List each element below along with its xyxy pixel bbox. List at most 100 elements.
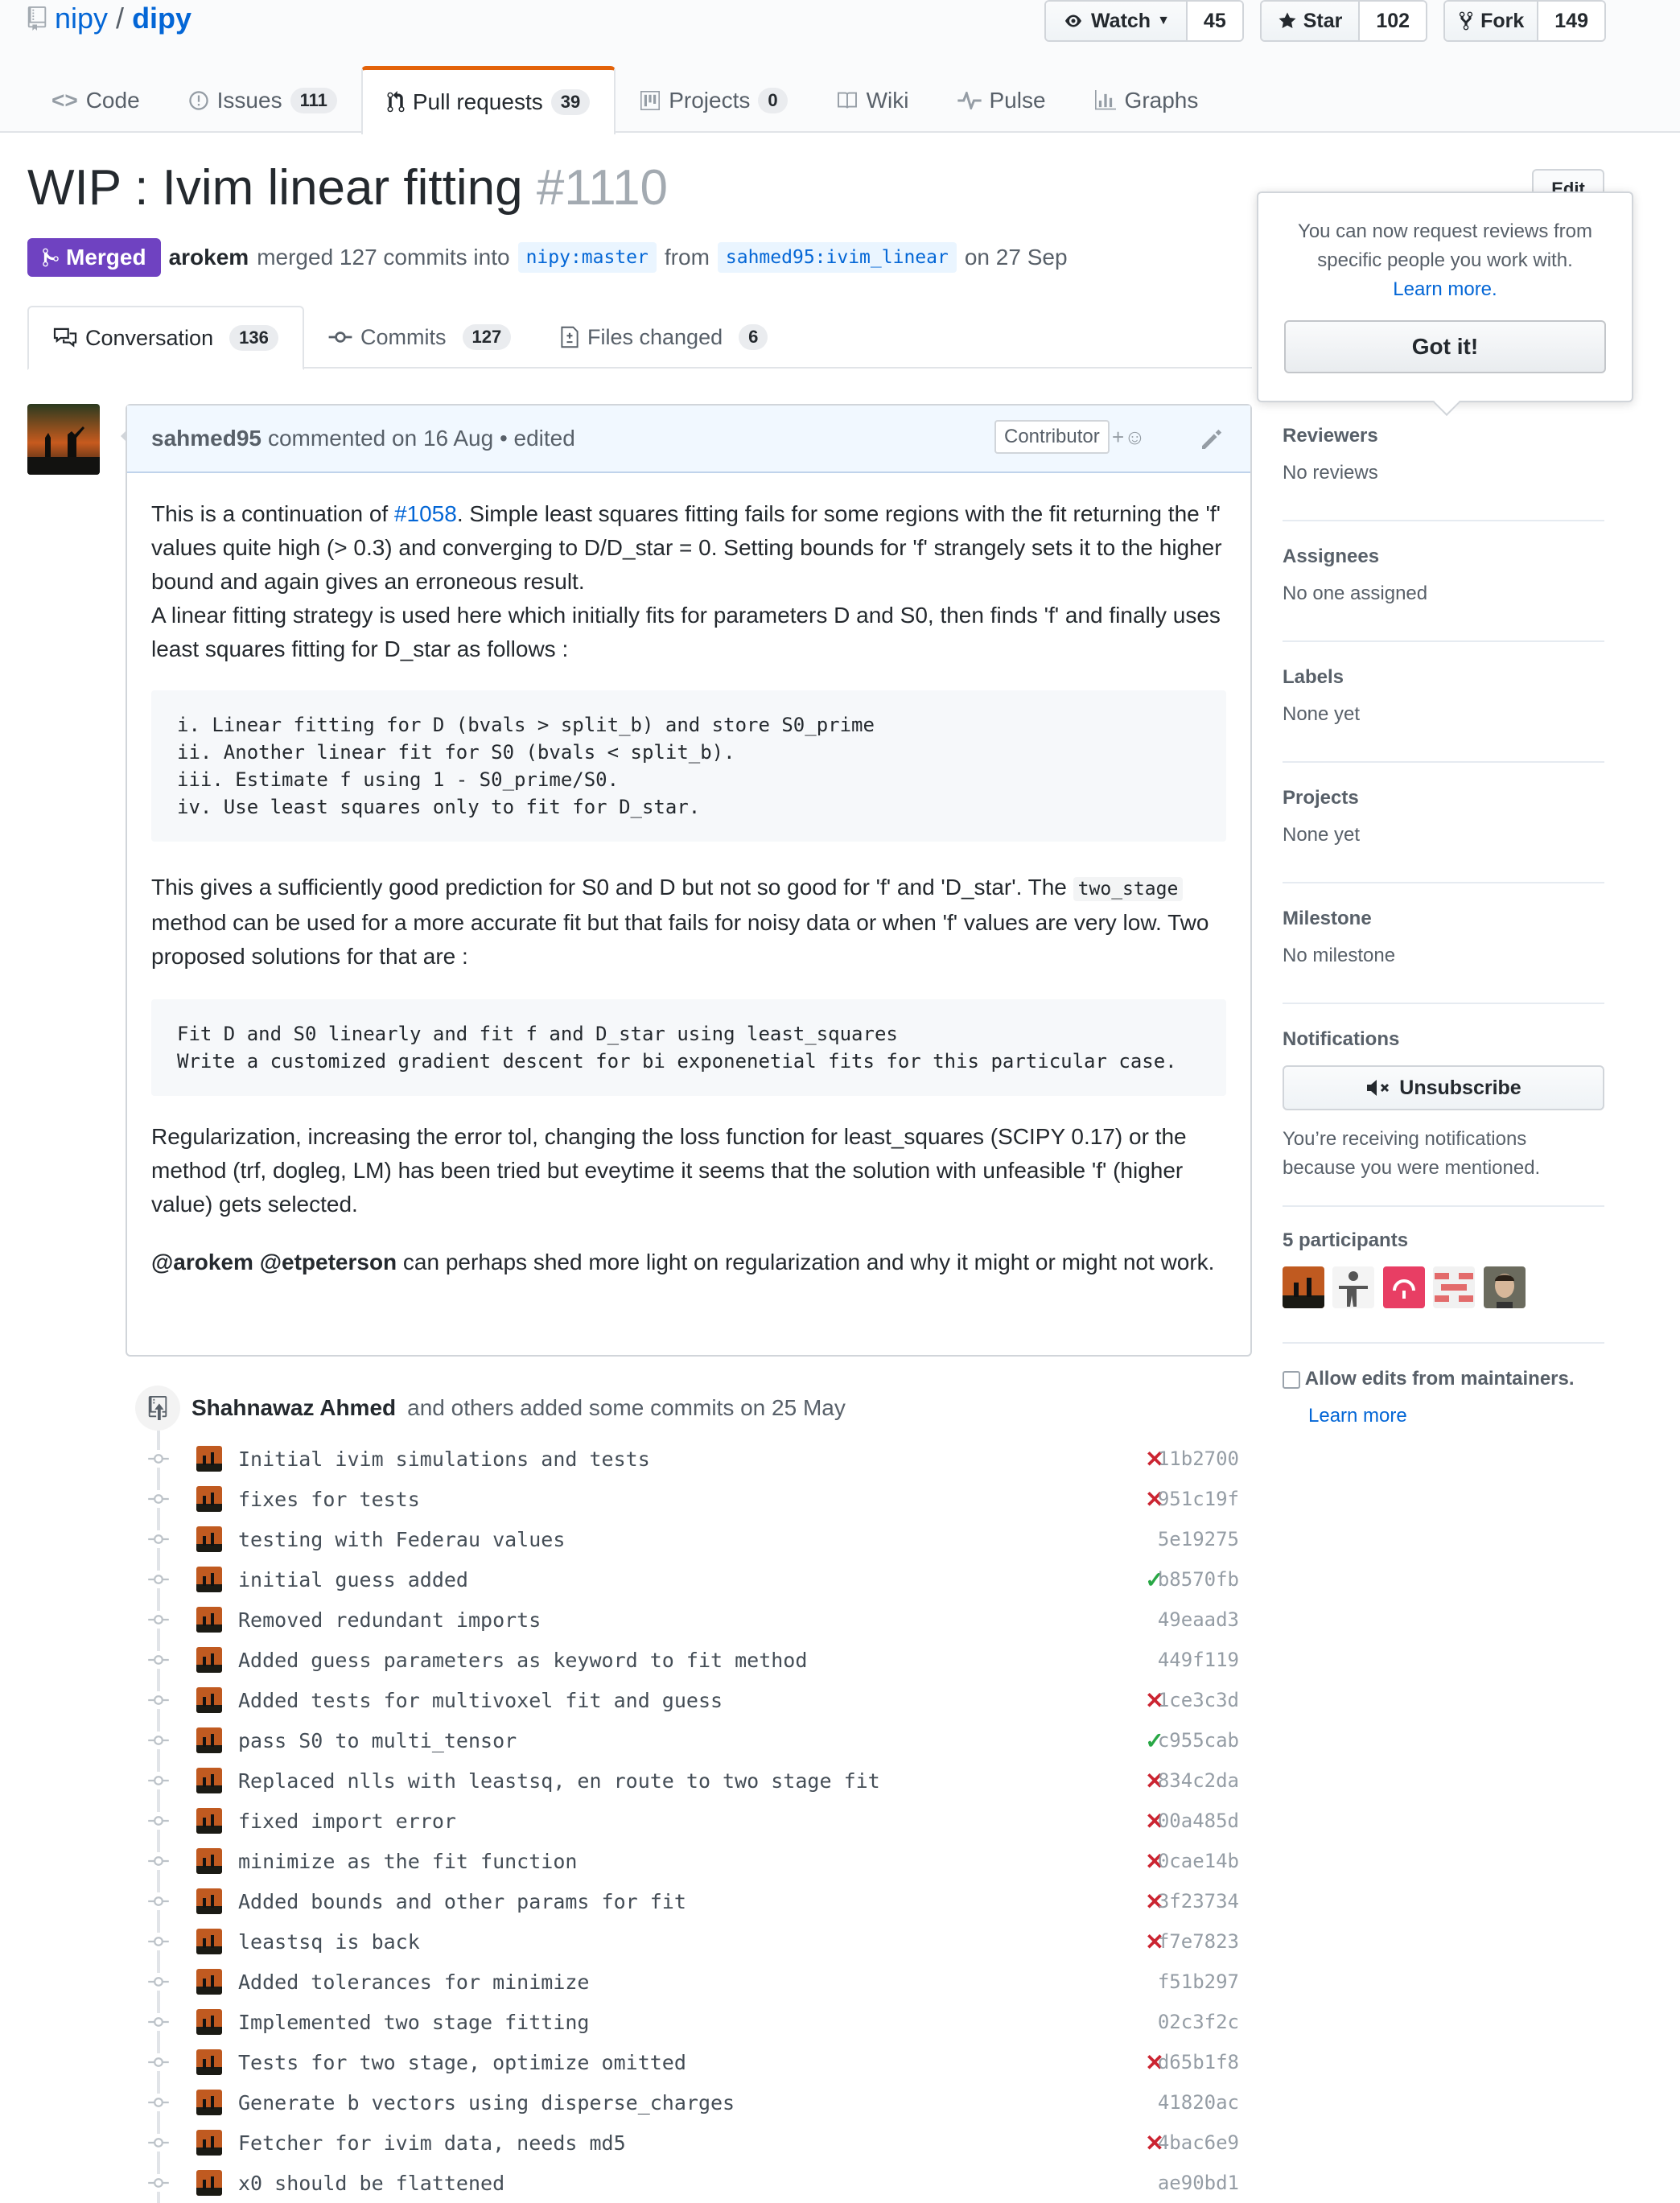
tab-files-changed[interactable]: Files changed 6	[560, 306, 768, 369]
commit-message-link[interactable]: x0 should be flattened	[238, 2172, 504, 2195]
commit-sha-link[interactable]: f7e7823	[1158, 1930, 1239, 1953]
commit-message-link[interactable]: Added bounds and other params for fit	[238, 1890, 686, 1913]
participant-avatar[interactable]	[1382, 1266, 1425, 1308]
allow-edits-learn-more-link[interactable]: Learn more	[1308, 1405, 1407, 1427]
commit-author-avatar[interactable]	[196, 1607, 222, 1633]
commit-sha-link[interactable]: 00a485d	[1158, 1810, 1239, 1832]
commit-sha-link[interactable]: 41820ac	[1158, 2091, 1239, 2114]
commit-message-link[interactable]: Added guess parameters as keyword to fit…	[238, 1649, 807, 1672]
tab-projects[interactable]: Projects 0	[616, 66, 811, 134]
got-it-button[interactable]: Got it!	[1284, 320, 1606, 373]
comment-timestamp[interactable]: commented on 16 Aug	[268, 426, 493, 451]
timeline-author-link[interactable]: Shahnawaz Ahmed	[191, 1395, 396, 1421]
commit-author-avatar[interactable]	[196, 1929, 222, 1954]
commit-message-link[interactable]: Removed redundant imports	[238, 1608, 541, 1632]
commit-author-avatar[interactable]	[196, 1768, 222, 1793]
commit-author-avatar[interactable]	[196, 2009, 222, 2035]
commit-sha-link[interactable]: 3f23734	[1158, 1890, 1239, 1913]
commit-message-link[interactable]: leastsq is back	[238, 1930, 420, 1954]
reviewers-title[interactable]: Reviewers	[1283, 425, 1604, 447]
tab-conversation[interactable]: Conversation 136	[27, 306, 304, 370]
head-branch[interactable]: sahmed95:ivim_linear	[717, 242, 957, 273]
commit-sha-link[interactable]: 1ce3c3d	[1158, 1689, 1239, 1711]
commit-message-link[interactable]: Generate b vectors using disperse_charge…	[238, 2091, 735, 2114]
commit-message-link[interactable]: Added tolerances for minimize	[238, 1970, 590, 1994]
tab-pulse[interactable]: Pulse	[933, 66, 1070, 134]
commit-message-link[interactable]: Initial ivim simulations and tests	[238, 1447, 650, 1471]
tab-commits[interactable]: Commits 127	[328, 306, 512, 369]
comment-author-link[interactable]: sahmed95	[151, 426, 261, 451]
commit-sha-link[interactable]: f51b297	[1158, 1970, 1239, 1993]
commit-author-avatar[interactable]	[196, 1969, 222, 1995]
commit-author-avatar[interactable]	[196, 1526, 222, 1552]
tab-issues[interactable]: Issues 111	[164, 66, 361, 134]
commit-author-avatar[interactable]	[196, 2090, 222, 2115]
watch-button[interactable]: Watch ▼	[1046, 2, 1188, 40]
comment-edited-indicator[interactable]: • edited	[500, 426, 575, 451]
commit-sha-link[interactable]: 951c19f	[1158, 1488, 1239, 1510]
commit-author-avatar[interactable]	[196, 1567, 222, 1592]
commit-author-avatar[interactable]	[196, 1647, 222, 1673]
commit-message-link[interactable]: testing with Federau values	[238, 1528, 565, 1551]
star-count[interactable]: 102	[1360, 2, 1427, 40]
commit-author-avatar[interactable]	[196, 1687, 222, 1713]
milestone-title[interactable]: Milestone	[1283, 908, 1604, 930]
commit-author-avatar[interactable]	[196, 1727, 222, 1753]
tab-code[interactable]: <> Code	[27, 66, 164, 134]
commit-author-avatar[interactable]	[196, 2170, 222, 2196]
commit-message-link[interactable]: Replaced nlls with leastsq, en route to …	[238, 1769, 880, 1793]
assignees-title[interactable]: Assignees	[1283, 546, 1604, 568]
popover-learn-more-link[interactable]: Learn more.	[1393, 278, 1497, 300]
commit-message-link[interactable]: fixed import error	[238, 1810, 456, 1833]
tab-wiki[interactable]: Wiki	[812, 66, 933, 134]
commit-sha-link[interactable]: d65b1f8	[1158, 2051, 1239, 2073]
mention-arokem[interactable]: @arokem	[151, 1250, 253, 1274]
tab-pull-requests[interactable]: Pull requests 39	[360, 66, 616, 134]
commit-message-link[interactable]: Fetcher for ivim data, needs md5	[238, 2131, 626, 2155]
tab-graphs[interactable]: Graphs	[1070, 66, 1223, 134]
commit-sha-link[interactable]: 0cae14b	[1158, 1850, 1239, 1872]
commit-author-avatar[interactable]	[196, 2049, 222, 2075]
repo-name-link[interactable]: dipy	[132, 2, 191, 35]
commit-message-link[interactable]: pass S0 to multi_tensor	[238, 1729, 517, 1752]
commit-sha-link[interactable]: b8570fb	[1158, 1568, 1239, 1591]
pr-merger-link[interactable]: arokem	[169, 245, 249, 270]
commit-author-avatar[interactable]	[196, 1848, 222, 1874]
repo-owner-link[interactable]: nipy	[55, 2, 108, 35]
author-avatar[interactable]	[27, 404, 100, 475]
commit-sha-link[interactable]: 449f119	[1158, 1649, 1239, 1671]
commit-message-link[interactable]: fixes for tests	[238, 1488, 420, 1511]
commit-message-link[interactable]: minimize as the fit function	[238, 1850, 577, 1873]
participant-avatar[interactable]	[1283, 1266, 1324, 1308]
commit-message-link[interactable]: Implemented two stage fitting	[238, 2011, 590, 2034]
commit-sha-link[interactable]: 4bac6e9	[1158, 2131, 1239, 2154]
commit-sha-link[interactable]: 5e19275	[1158, 1528, 1239, 1550]
commit-message-link[interactable]: initial guess added	[238, 1568, 468, 1592]
commit-sha-link[interactable]: 02c3f2c	[1158, 2011, 1239, 2033]
participant-avatar[interactable]	[1483, 1266, 1526, 1308]
commit-author-avatar[interactable]	[196, 2130, 222, 2156]
commit-author-avatar[interactable]	[196, 1808, 222, 1834]
commit-message-link[interactable]: Tests for two stage, optimize omitted	[238, 2051, 686, 2074]
commit-sha-link[interactable]: 49eaad3	[1158, 1608, 1239, 1631]
commit-author-avatar[interactable]	[196, 1486, 222, 1512]
commit-message-link[interactable]: Added tests for multivoxel fit and guess	[238, 1689, 723, 1712]
projects-title[interactable]: Projects	[1283, 787, 1604, 809]
commit-sha-link[interactable]: 834c2da	[1158, 1769, 1239, 1792]
commit-sha-link[interactable]: c955cab	[1158, 1729, 1239, 1752]
mention-etpeterson[interactable]: @etpeterson	[260, 1250, 397, 1274]
star-button[interactable]: Star	[1261, 2, 1361, 40]
participant-avatar[interactable]	[1332, 1266, 1375, 1308]
issue-link-1058[interactable]: #1058	[394, 501, 457, 526]
labels-title[interactable]: Labels	[1283, 666, 1604, 689]
fork-button[interactable]: Fork	[1445, 2, 1539, 40]
participant-avatar[interactable]	[1433, 1266, 1476, 1308]
allow-edits-checkbox[interactable]	[1283, 1370, 1300, 1389]
allow-edits-option[interactable]: Allow edits from maintainers.	[1283, 1368, 1575, 1390]
pencil-icon[interactable]	[1202, 428, 1223, 449]
fork-count[interactable]: 149	[1538, 2, 1604, 40]
base-branch[interactable]: nipy:master	[517, 242, 657, 273]
commit-author-avatar[interactable]	[196, 1888, 222, 1914]
commit-sha-link[interactable]: 11b2700	[1158, 1447, 1239, 1470]
commit-sha-link[interactable]: ae90bd1	[1158, 2172, 1239, 2194]
